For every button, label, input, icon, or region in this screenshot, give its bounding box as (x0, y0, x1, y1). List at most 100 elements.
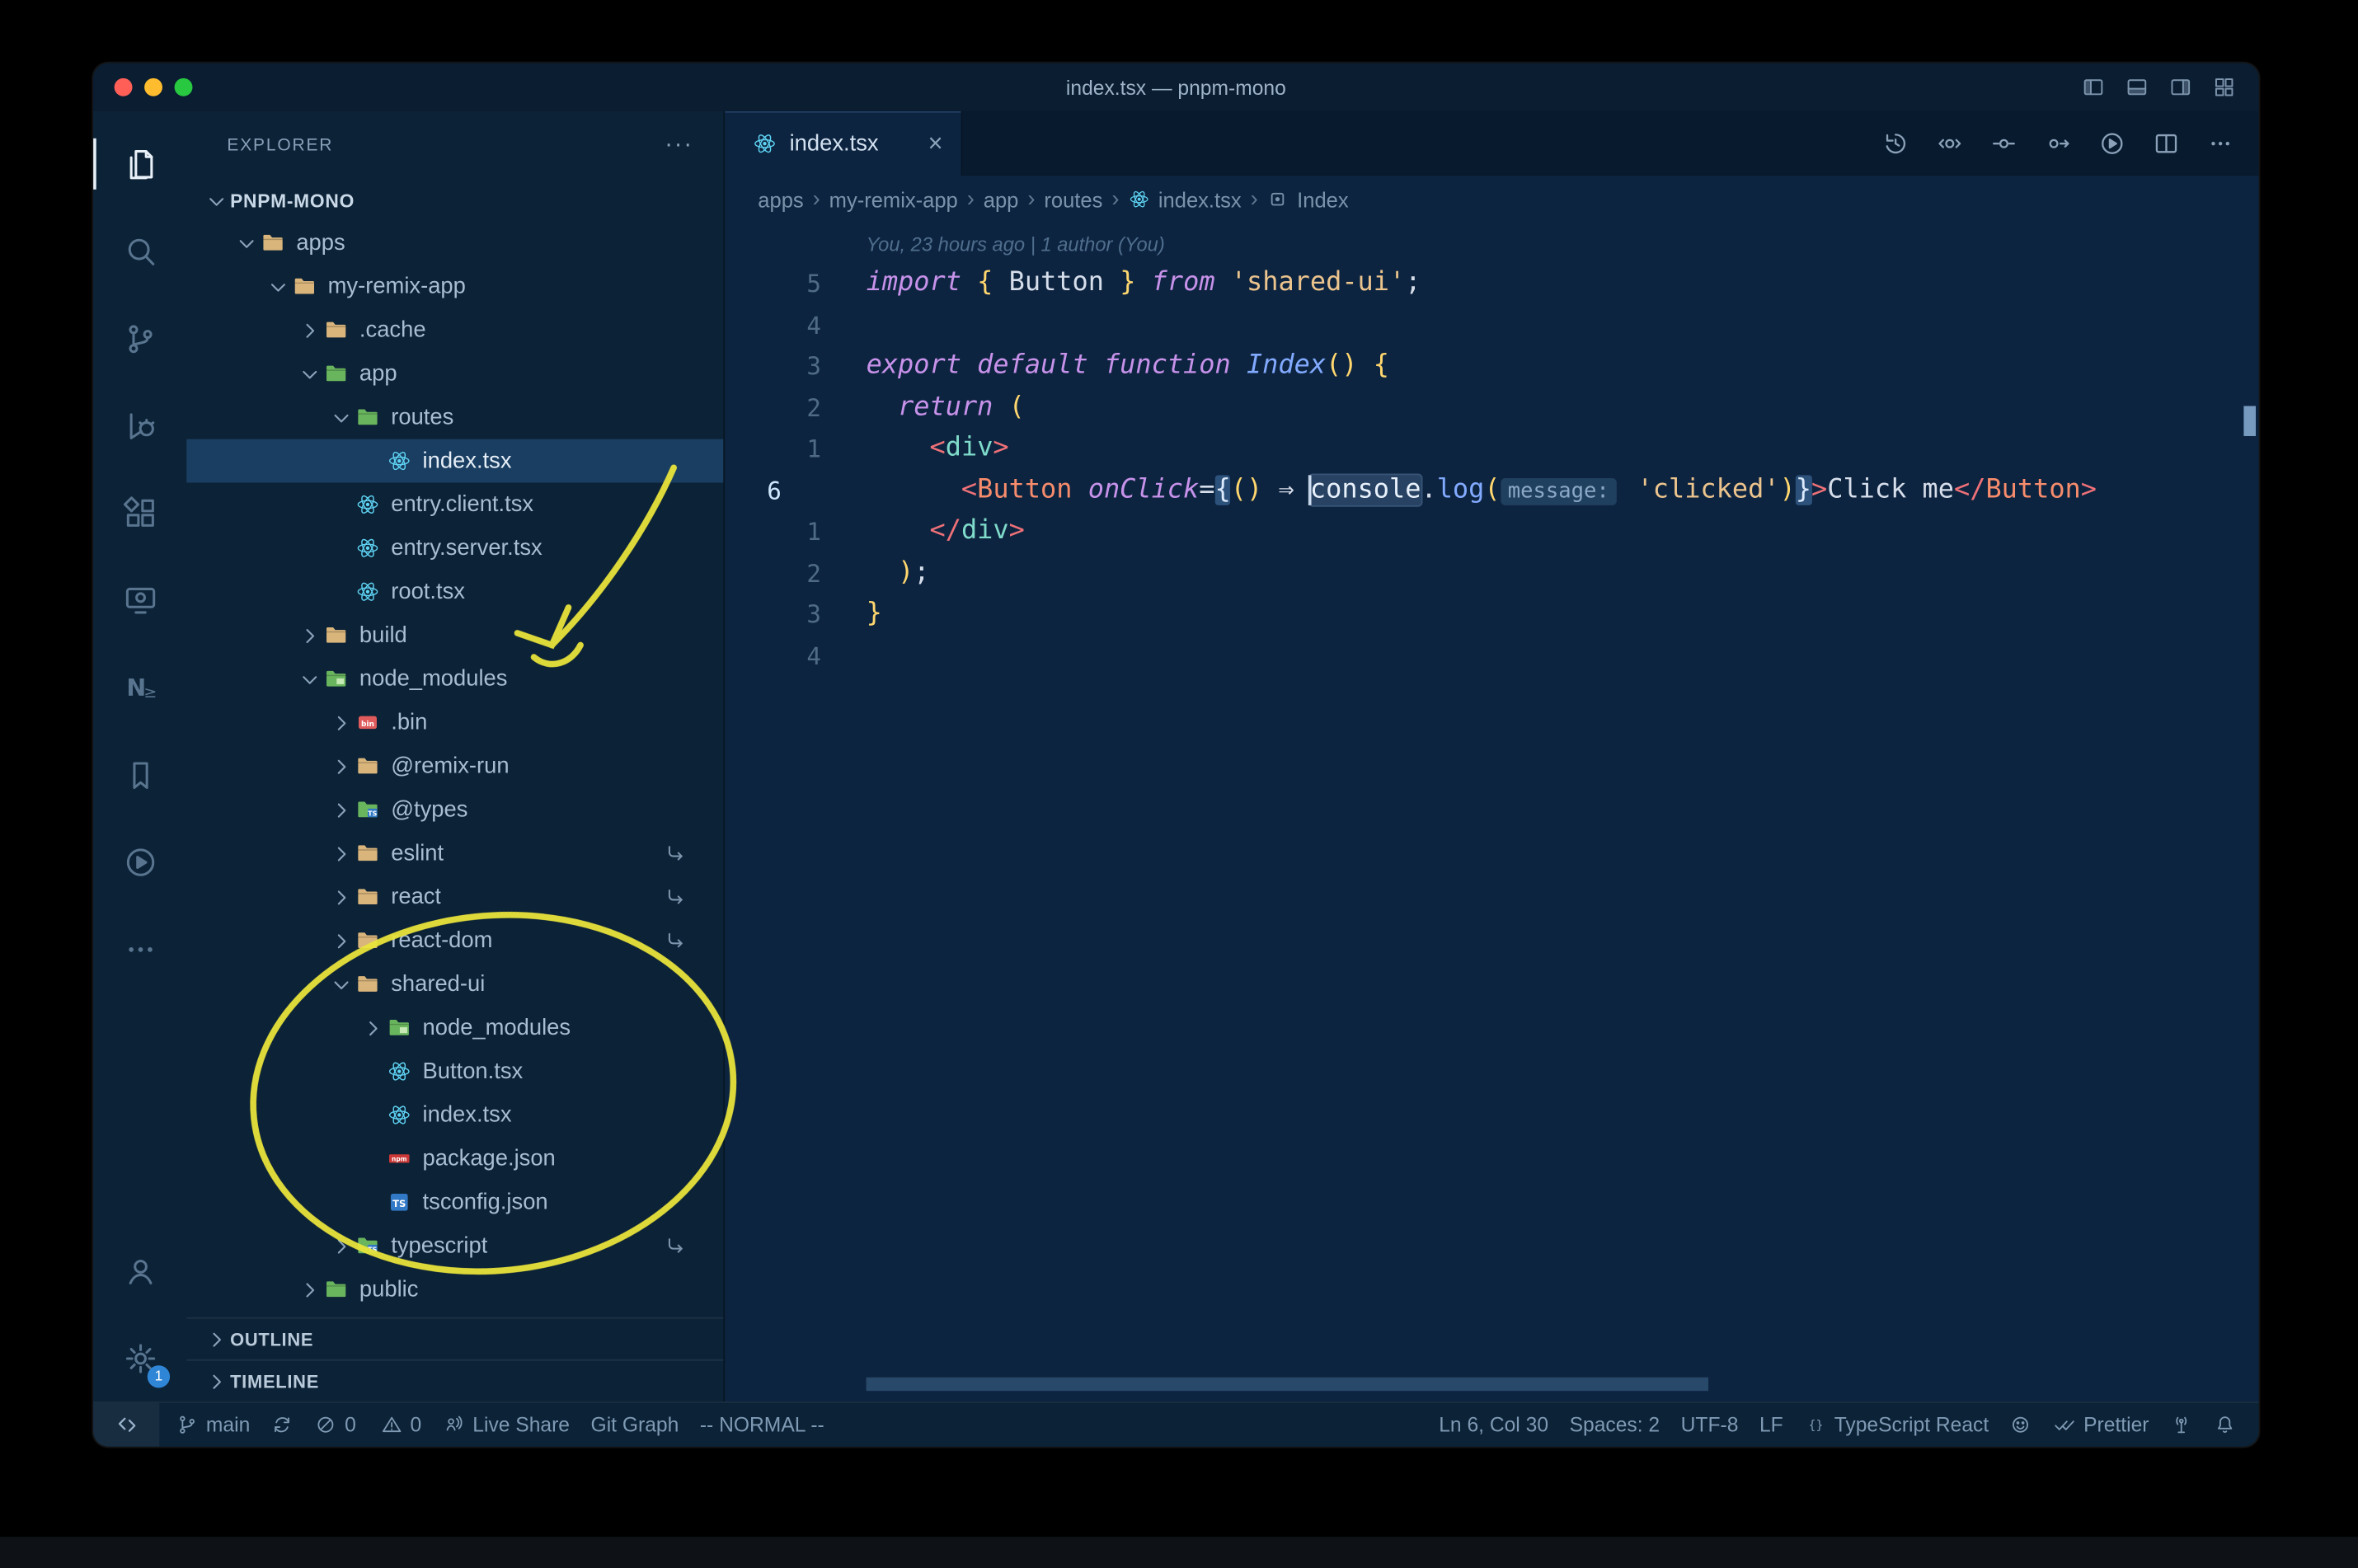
activity-bookmarks[interactable] (93, 730, 186, 818)
activity-account[interactable] (93, 1227, 186, 1314)
breadcrumb-routes[interactable]: routes (1044, 187, 1102, 211)
section-outline[interactable]: OUTLINE (186, 1317, 724, 1359)
more-icon[interactable] (2206, 129, 2235, 158)
code-line-4[interactable]: 2 return ( (725, 387, 2258, 429)
tree-file-index.tsx[interactable]: index.tsx (186, 439, 724, 483)
activity-extensions[interactable] (93, 469, 186, 556)
tree-folder-routes[interactable]: routes (186, 396, 723, 439)
status-language-mode[interactable]: {} TypeScript React (1793, 1403, 1999, 1447)
split-editor-icon[interactable] (2152, 129, 2181, 158)
tree-folder-react-dom[interactable]: react-dom (186, 918, 723, 962)
tree-file-package.json[interactable]: npm package.json (186, 1137, 723, 1181)
tree-folder-node_modules[interactable]: node_modules (186, 657, 723, 701)
tree-folder-.bin[interactable]: bin .bin (186, 701, 723, 744)
tree-file-entry.client.tsx[interactable]: entry.client.tsx (186, 483, 723, 527)
status-indentation[interactable]: Spaces: 2 (1559, 1403, 1670, 1447)
breadcrumb-my-remix-app[interactable]: my-remix-app (829, 187, 958, 211)
status-git-graph[interactable]: Git Graph (580, 1403, 689, 1447)
breadcrumb-app[interactable]: app (984, 187, 1019, 211)
status-remote-indicator[interactable] (93, 1402, 160, 1447)
tree-file-button.tsx[interactable]: Button.tsx (186, 1049, 723, 1093)
status-cursor-position[interactable]: Ln 6, Col 30 (1428, 1403, 1558, 1447)
breadcrumb-index[interactable]: Index (1267, 187, 1349, 211)
tree-file-index.tsx[interactable]: index.tsx (186, 1093, 723, 1137)
status-git-branch[interactable]: main (166, 1403, 261, 1447)
code-line-3[interactable]: 3 export default function Index() { (725, 346, 2258, 387)
code-text: return ( (898, 392, 1025, 422)
zoom-button[interactable] (174, 77, 193, 96)
inline-icon[interactable] (1989, 129, 2018, 158)
tree-folder-my-remix-app[interactable]: my-remix-app (186, 265, 723, 308)
code-line-7[interactable]: 1 </div> (725, 511, 2258, 552)
tree-file-root.tsx[interactable]: root.tsx (186, 570, 723, 613)
minimize-button[interactable] (144, 77, 162, 96)
activity-search[interactable] (93, 208, 186, 295)
code-line-8[interactable]: 2 ); (725, 552, 2258, 594)
run-debug-icon (121, 406, 159, 444)
tree-folder-@types[interactable]: TS @types (186, 788, 723, 832)
breadcrumb-index.tsx[interactable]: index.tsx (1128, 187, 1242, 211)
layout-sidebar-right-icon[interactable] (2168, 75, 2192, 99)
section-timeline[interactable]: TIMELINE (186, 1359, 724, 1401)
activity-settings[interactable]: 1 (93, 1314, 186, 1401)
status-problems[interactable]: 00 (304, 1403, 432, 1447)
more-actions-icon[interactable]: ··· (665, 133, 693, 160)
layout-panel-icon[interactable] (2125, 75, 2149, 99)
chevron-down-icon (328, 406, 355, 430)
tree-folder-public[interactable]: public (186, 1268, 723, 1312)
activity-nx-console[interactable]: N ≥ (93, 644, 186, 731)
layout-sidebar-left-icon[interactable] (2081, 75, 2105, 99)
activity-code-runner[interactable] (93, 818, 186, 905)
run-circle-icon[interactable] (2097, 129, 2126, 158)
tree-folder-eslint[interactable]: eslint (186, 832, 723, 876)
status-feedback[interactable] (1999, 1403, 2043, 1447)
code-line-10[interactable]: 4 (725, 636, 2258, 677)
tree-item-label: index.tsx (422, 1101, 512, 1128)
code-editor[interactable]: You, 23 hours ago | 1 author (You) 5 impo… (725, 223, 2258, 1401)
tree-file-entry.server.tsx[interactable]: entry.server.tsx (186, 526, 723, 570)
close-button[interactable] (114, 77, 133, 96)
status-encoding[interactable]: UTF-8 (1670, 1403, 1749, 1447)
close-icon[interactable]: × (928, 131, 943, 157)
breadcrumb-apps[interactable]: apps (758, 187, 803, 211)
tree-folder-node_modules[interactable]: node_modules (186, 1006, 723, 1049)
tree-folder-typescript[interactable]: TS typescript (186, 1224, 723, 1268)
activity-more-views[interactable] (93, 905, 186, 993)
activity-source-control[interactable] (93, 295, 186, 383)
activity-remote-explorer[interactable] (93, 556, 186, 644)
tree-folder-build[interactable]: build (186, 613, 723, 657)
status-eol[interactable]: LF (1749, 1403, 1793, 1447)
tree-folder-@remix-run[interactable]: @remix-run (186, 744, 723, 788)
code-line-2[interactable]: 4 (725, 304, 2258, 345)
tree-folder-.cache[interactable]: .cache (186, 308, 723, 352)
overview-ruler[interactable] (2241, 223, 2259, 1401)
peek-icon[interactable] (1935, 129, 1964, 158)
tree-root-pnpm-mono[interactable]: PNPM-MONO (186, 181, 723, 221)
activity-explorer[interactable] (93, 120, 186, 208)
status-notifications[interactable] (2203, 1403, 2247, 1447)
layout-customize-icon[interactable] (2212, 75, 2236, 99)
tree-folder-apps[interactable]: apps (186, 221, 723, 265)
jump-icon[interactable] (2044, 129, 2073, 158)
horizontal-scrollbar[interactable] (866, 1377, 1709, 1392)
status-prettier[interactable]: Prettier (2043, 1403, 2159, 1447)
tree-folder-react[interactable]: react (186, 876, 723, 919)
code-line-9[interactable]: 3} (725, 594, 2258, 635)
tab-index-tsx[interactable]: index.tsx × (725, 110, 963, 176)
react-icon (355, 579, 380, 604)
history-icon[interactable] (1881, 129, 1910, 158)
status-live-reload[interactable] (2159, 1403, 2203, 1447)
status-vim-mode[interactable]: -- NORMAL -- (689, 1403, 834, 1447)
tree-folder-shared-ui[interactable]: shared-ui (186, 962, 723, 1006)
code-line-1[interactable]: 5 import { Button } from 'shared-ui'; (725, 263, 2258, 304)
activity-run-debug[interactable] (93, 382, 186, 469)
tree-folder-app[interactable]: app (186, 352, 723, 396)
tree-file-tsconfig.json[interactable]: TS tsconfig.json (186, 1181, 723, 1224)
status-live-share[interactable]: Live Share (432, 1403, 580, 1447)
code-line-5[interactable]: 1 <div> (725, 429, 2258, 470)
code-line-6[interactable]: 6 <Button onClick={() ⇒ console.log(mess… (725, 470, 2258, 511)
chevron-down-icon (203, 189, 230, 213)
status-sync[interactable] (261, 1403, 304, 1447)
